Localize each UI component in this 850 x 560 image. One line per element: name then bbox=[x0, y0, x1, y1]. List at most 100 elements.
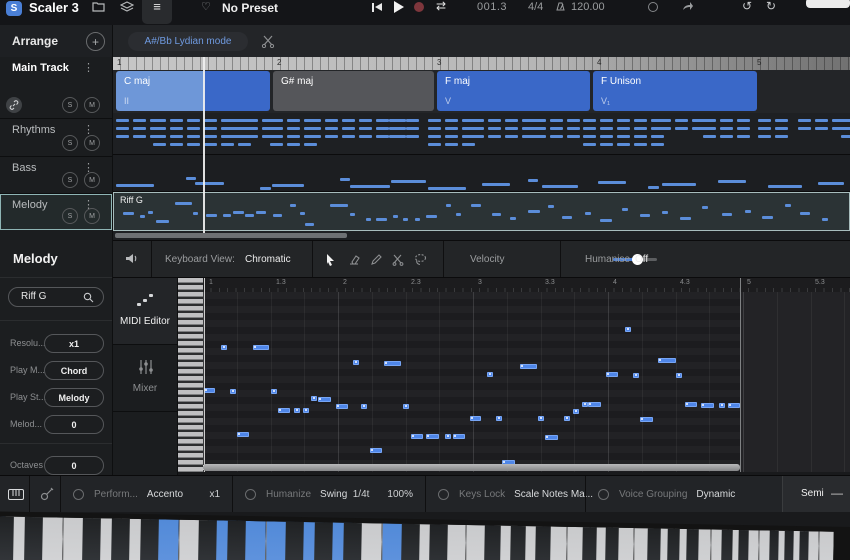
black-key[interactable] bbox=[799, 531, 809, 560]
kebab-menu-icon[interactable]: ⋮ bbox=[83, 61, 94, 74]
chord-block-fmaj[interactable]: F majV bbox=[437, 71, 590, 111]
undo-icon[interactable]: ↺ bbox=[742, 0, 752, 13]
black-key[interactable] bbox=[769, 531, 779, 560]
tempo-value[interactable]: 120.00 bbox=[571, 1, 605, 13]
loop-icon[interactable]: ⇄ bbox=[436, 0, 446, 13]
sync-icon[interactable] bbox=[648, 2, 658, 12]
riff-search-input[interactable]: Riff G bbox=[8, 287, 104, 307]
metronome-icon[interactable] bbox=[556, 2, 565, 11]
pencil-tool[interactable] bbox=[368, 252, 383, 267]
piano-roll[interactable]: 11.322.333.344.355.3 bbox=[203, 278, 850, 472]
group-value[interactable]: Dynamic bbox=[696, 489, 735, 500]
midi-note[interactable] bbox=[496, 416, 502, 421]
black-key[interactable] bbox=[24, 517, 43, 560]
preset-name[interactable]: No Preset bbox=[222, 1, 278, 15]
midi-note[interactable] bbox=[658, 358, 676, 363]
scale-pill[interactable]: A#/Bb Lydian mode bbox=[128, 32, 248, 51]
midi-note[interactable] bbox=[221, 345, 227, 350]
track-row-melody[interactable]: Melody⋮SM bbox=[0, 194, 112, 230]
midi-note[interactable] bbox=[573, 409, 579, 414]
favorite-icon[interactable]: ♡ bbox=[201, 0, 211, 13]
solo-button[interactable]: S bbox=[62, 97, 78, 113]
browser-folder-icon[interactable] bbox=[92, 1, 105, 12]
black-key[interactable] bbox=[285, 522, 304, 560]
group-extra[interactable]: 1/4t bbox=[353, 489, 370, 500]
midi-note[interactable] bbox=[564, 416, 570, 421]
param-value-pill[interactable]: 0 bbox=[44, 456, 104, 475]
toggle-circle[interactable] bbox=[598, 489, 609, 500]
param-value-pill[interactable]: Chord bbox=[44, 361, 104, 380]
param-value-pill[interactable]: x1 bbox=[44, 334, 104, 353]
toggle-circle[interactable] bbox=[438, 489, 449, 500]
bottom-group-keyslock[interactable]: Keys LockScale Notes Ma... bbox=[425, 476, 585, 512]
black-key[interactable] bbox=[140, 519, 159, 560]
midi-note[interactable] bbox=[311, 396, 317, 401]
black-key[interactable] bbox=[510, 526, 527, 560]
chord-block-gmaj[interactable]: G# maj bbox=[273, 71, 434, 111]
param-value-pill[interactable]: Melody bbox=[44, 388, 104, 407]
black-key[interactable] bbox=[738, 530, 749, 560]
midi-note[interactable] bbox=[336, 404, 348, 409]
piano-roll-keys[interactable] bbox=[178, 278, 203, 472]
midi-note[interactable] bbox=[625, 327, 631, 332]
midi-note[interactable] bbox=[588, 402, 601, 407]
midi-note[interactable] bbox=[294, 408, 300, 413]
melody-clip[interactable]: Riff G bbox=[113, 192, 850, 231]
black-key[interactable] bbox=[429, 524, 447, 560]
midi-note[interactable] bbox=[204, 388, 215, 393]
mute-button[interactable]: M bbox=[84, 208, 100, 224]
black-key[interactable] bbox=[343, 523, 362, 560]
mute-button[interactable]: M bbox=[84, 172, 100, 188]
group-extra[interactable]: x1 bbox=[209, 489, 220, 500]
solo-button[interactable]: S bbox=[62, 135, 78, 151]
white-key[interactable] bbox=[818, 531, 834, 560]
roll-scrollbar[interactable] bbox=[203, 464, 740, 471]
black-key[interactable] bbox=[0, 516, 14, 560]
midi-note[interactable] bbox=[545, 435, 558, 440]
midi-note[interactable] bbox=[470, 416, 481, 421]
main-menu-tab[interactable]: ≡ bbox=[142, 0, 172, 24]
rhythms-lane[interactable] bbox=[113, 113, 850, 155]
midi-note[interactable] bbox=[606, 372, 618, 377]
black-key[interactable] bbox=[667, 529, 680, 560]
arrange-ruler[interactable]: 12345 bbox=[113, 57, 850, 70]
black-key[interactable] bbox=[82, 518, 101, 560]
pointer-tool[interactable] bbox=[323, 252, 338, 267]
track-row-bass[interactable]: Bass⋮SM bbox=[0, 157, 112, 194]
black-key[interactable] bbox=[535, 526, 551, 560]
midi-note[interactable] bbox=[640, 417, 653, 422]
black-key[interactable] bbox=[227, 521, 246, 560]
add-track-button[interactable]: + bbox=[86, 32, 105, 51]
record-button[interactable] bbox=[414, 2, 424, 12]
midi-note[interactable] bbox=[403, 404, 409, 409]
scissors-icon[interactable] bbox=[261, 34, 275, 48]
midi-note[interactable] bbox=[353, 360, 359, 365]
midi-note[interactable] bbox=[230, 389, 236, 394]
bass-lane[interactable] bbox=[113, 155, 850, 192]
midi-note[interactable] bbox=[303, 408, 309, 413]
black-key[interactable] bbox=[401, 524, 420, 560]
midi-note[interactable] bbox=[487, 372, 493, 377]
midi-note[interactable] bbox=[633, 373, 639, 378]
midi-note[interactable] bbox=[453, 434, 465, 439]
midi-note[interactable] bbox=[411, 434, 423, 439]
keyboard-view-value[interactable]: Chromatic bbox=[245, 254, 291, 265]
bottom-group-humanize[interactable]: HumanizeSwing1/4t100% bbox=[232, 476, 425, 512]
black-key[interactable] bbox=[784, 531, 794, 560]
mute-button[interactable]: M bbox=[84, 97, 100, 113]
group-extra[interactable]: 100% bbox=[387, 489, 413, 500]
track-row-rhythms[interactable]: Rhythms⋮SM bbox=[0, 119, 112, 157]
midi-note[interactable] bbox=[426, 434, 439, 439]
arrange-scrollbar[interactable] bbox=[115, 233, 347, 238]
humanise-value[interactable]: Off bbox=[635, 254, 648, 265]
midi-note[interactable] bbox=[701, 403, 714, 408]
group-value[interactable]: Swing bbox=[320, 489, 347, 500]
tab-mixer[interactable]: Mixer bbox=[113, 345, 177, 412]
scissors-tool[interactable] bbox=[390, 252, 405, 267]
roll-ruler[interactable]: 11.322.333.344.355.3 bbox=[203, 278, 850, 292]
midi-note[interactable] bbox=[361, 404, 367, 409]
speaker-icon[interactable] bbox=[125, 252, 139, 265]
chord-block-funison[interactable]: F UnisonV₁ bbox=[593, 71, 757, 111]
mute-button[interactable]: M bbox=[84, 135, 100, 151]
solo-button[interactable]: S bbox=[62, 208, 78, 224]
